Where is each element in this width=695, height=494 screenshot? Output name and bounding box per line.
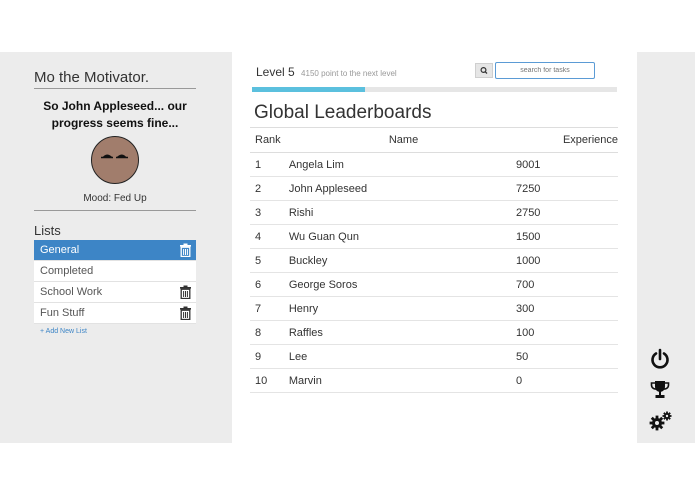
app: Mo the Motivator. So John Appleseed... o… (0, 52, 695, 443)
experience-cell: 50 (507, 344, 618, 369)
level-indicator: Level 5 4150 point to the next level (256, 65, 397, 79)
rank-cell: 9 (250, 344, 284, 369)
divider (34, 210, 196, 211)
bot-face-icon (101, 154, 128, 159)
table-row: 8 Raffles 100 (250, 320, 618, 345)
leaderboard-rows: 1 Angela Lim 9001 2 John Appleseed 7250 3 Rishi… (250, 152, 618, 393)
leaderboard-header-row: Rank Name Experience (250, 127, 618, 153)
level-text: Level 5 (256, 65, 295, 79)
table-row: 2 John Appleseed 7250 (250, 176, 618, 201)
list-item[interactable]: Fun Stuff (34, 303, 196, 324)
list-item[interactable]: General (34, 240, 196, 261)
experience-cell: 700 (507, 272, 618, 297)
column-header-name: Name (283, 127, 508, 153)
leaderboard-title: Global Leaderboards (254, 102, 432, 123)
rank-cell: 3 (250, 200, 284, 225)
list-item[interactable]: Completed (34, 261, 196, 282)
bot-name: Mo the Motivator. (34, 69, 196, 89)
experience-cell: 100 (507, 320, 618, 345)
right-toolbar (637, 52, 695, 443)
name-cell: Raffles (283, 320, 508, 345)
list-item-label: School Work (40, 286, 103, 298)
table-row: 4 Wu Guan Qun 1500 (250, 224, 618, 249)
rank-cell: 8 (250, 320, 284, 345)
name-cell: Marvin (283, 368, 508, 393)
trash-icon[interactable] (179, 306, 192, 321)
level-points-remaining: 4150 point to the next level (301, 69, 397, 78)
experience-cell: 2750 (507, 200, 618, 225)
settings-gears-icon[interactable] (649, 410, 672, 432)
trash-icon[interactable] (179, 243, 192, 258)
task-lists: General Completed School Work Fun Stuff (34, 240, 196, 324)
sidebar: Mo the Motivator. So John Appleseed... o… (0, 52, 232, 443)
search-input[interactable] (495, 62, 595, 79)
rank-cell: 7 (250, 296, 284, 321)
search-icon (480, 66, 488, 74)
bot-message: So John Appleseed... our progress seems … (43, 99, 187, 130)
trophy-icon[interactable] (649, 379, 671, 401)
column-header-rank: Rank (250, 127, 284, 153)
trash-icon[interactable] (179, 285, 192, 300)
rank-cell: 2 (250, 176, 284, 201)
rank-cell: 5 (250, 248, 284, 273)
column-header-experience: Experience (507, 127, 618, 153)
experience-cell: 0 (507, 368, 618, 393)
list-item-label: Fun Stuff (40, 307, 85, 319)
experience-cell: 1500 (507, 224, 618, 249)
name-cell: George Soros (283, 272, 508, 297)
search-button[interactable] (475, 63, 493, 78)
name-cell: Henry (283, 296, 508, 321)
name-cell: John Appleseed (283, 176, 508, 201)
experience-cell: 300 (507, 296, 618, 321)
rank-cell: 1 (250, 152, 284, 177)
level-progress-bar (252, 87, 617, 92)
rank-cell: 6 (250, 272, 284, 297)
experience-cell: 9001 (507, 152, 618, 177)
rank-cell: 10 (250, 368, 284, 393)
bot-avatar (91, 136, 139, 184)
level-progress-fill (252, 87, 366, 92)
name-cell: Lee (283, 344, 508, 369)
table-row: 7 Henry 300 (250, 296, 618, 321)
main-panel: Level 5 4150 point to the next level Glo… (232, 52, 637, 443)
bot-mood: Mood: Fed Up (83, 193, 147, 204)
table-row: 6 George Soros 700 (250, 272, 618, 297)
list-item[interactable]: School Work (34, 282, 196, 303)
experience-cell: 7250 (507, 176, 618, 201)
name-cell: Rishi (283, 200, 508, 225)
table-row: 5 Buckley 1000 (250, 248, 618, 273)
list-item-label: Completed (40, 265, 94, 277)
name-cell: Angela Lim (283, 152, 508, 177)
table-row: 3 Rishi 2750 (250, 200, 618, 225)
list-item-label: General (40, 244, 80, 256)
rank-cell: 4 (250, 224, 284, 249)
name-cell: Wu Guan Qun (283, 224, 508, 249)
table-row: 9 Lee 50 (250, 344, 618, 369)
table-row: 10 Marvin 0 (250, 368, 618, 393)
leaderboard-table: Rank Name Experience 1 Angela Lim 9001 2 Joh… (250, 127, 618, 393)
name-cell: Buckley (283, 248, 508, 273)
lists-heading: Lists (34, 223, 196, 241)
add-new-list-link[interactable]: + Add New List (40, 328, 87, 335)
power-icon[interactable] (649, 348, 671, 370)
table-row: 1 Angela Lim 9001 (250, 152, 618, 177)
experience-cell: 1000 (507, 248, 618, 273)
